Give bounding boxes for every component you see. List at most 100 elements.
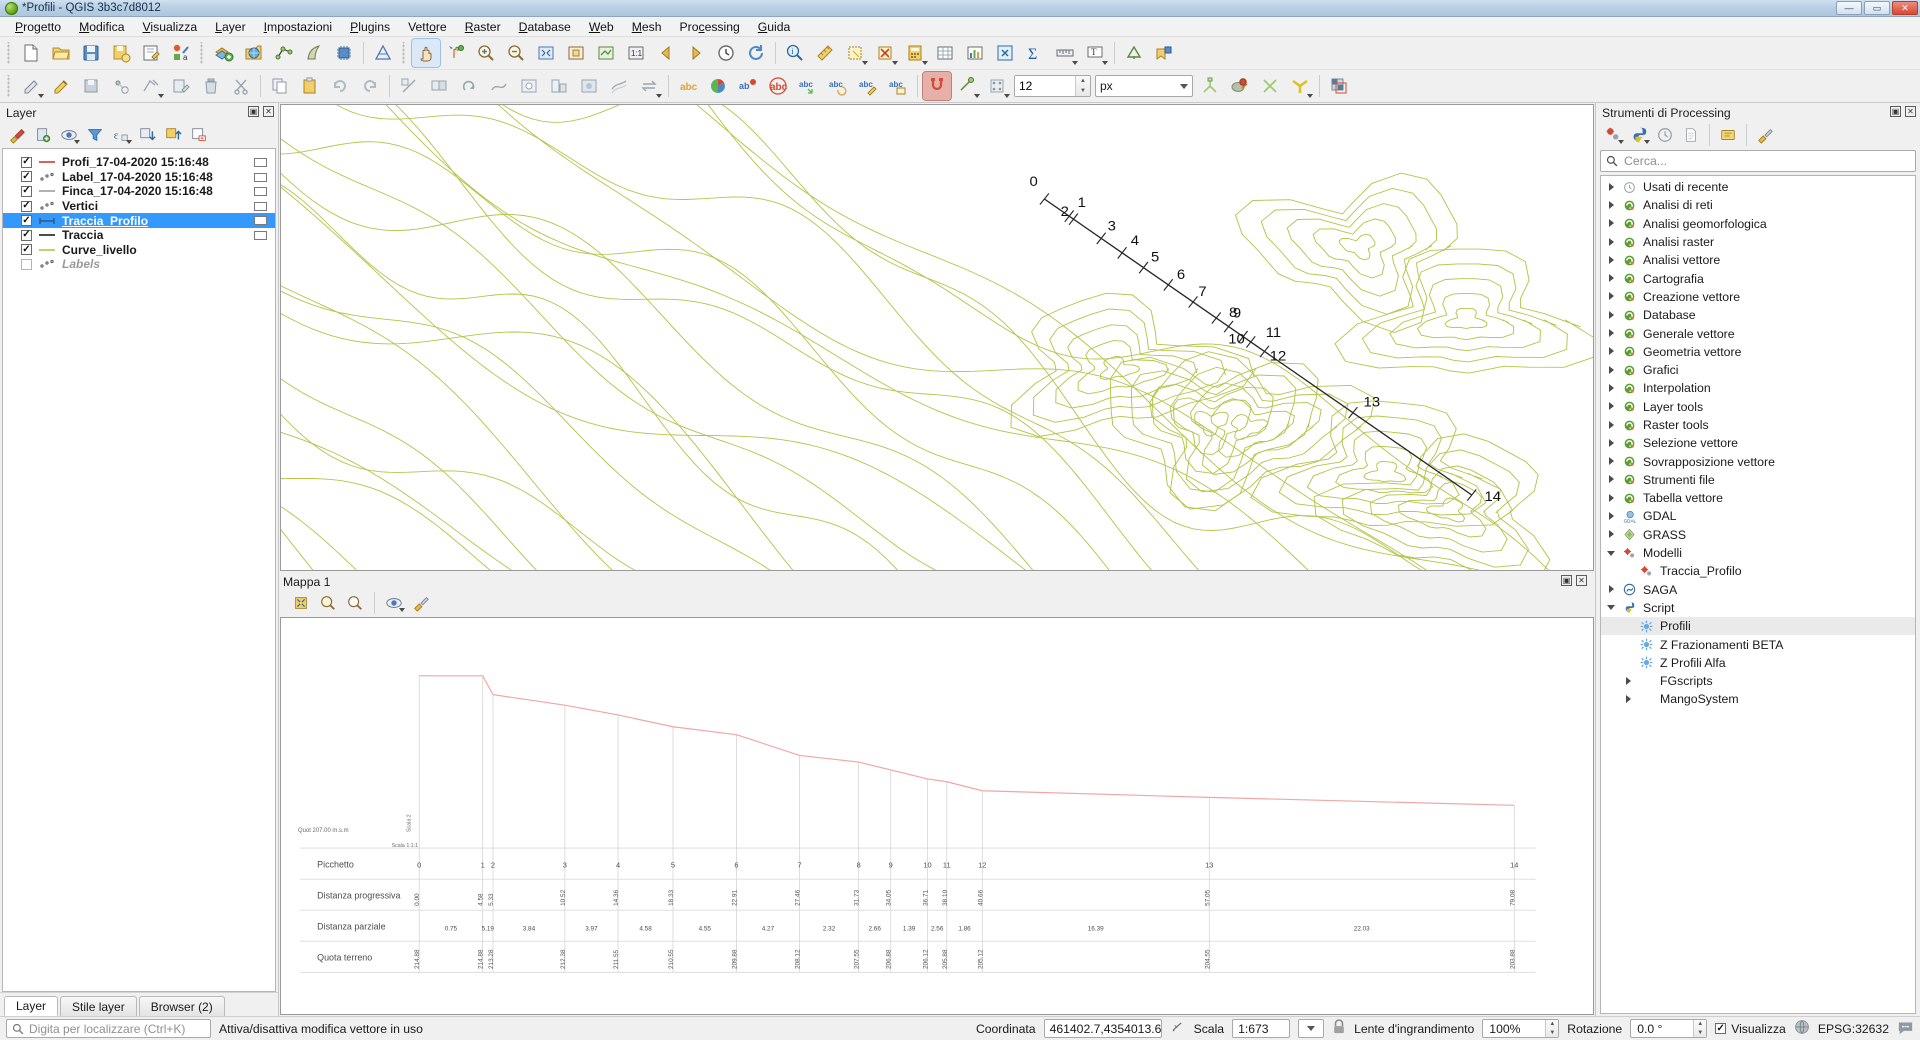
- change-label-icon[interactable]: abc: [854, 72, 882, 100]
- chevron-down-icon[interactable]: [1607, 549, 1616, 558]
- zoom-in-icon[interactable]: [316, 592, 340, 614]
- avoid-overlap-icon[interactable]: [1226, 72, 1254, 100]
- layer-visibility-checkbox[interactable]: [21, 258, 32, 270]
- expand-all-icon[interactable]: [135, 124, 159, 146]
- processing-tree-item-cartografia[interactable]: Cartografia: [1601, 269, 1915, 287]
- chevron-right-icon[interactable]: [1607, 200, 1616, 210]
- clock-icon[interactable]: [712, 39, 740, 67]
- zoom-out-icon[interactable]: [343, 592, 367, 614]
- tolerance-spin-arrows[interactable]: ▲ ▼: [1075, 76, 1090, 96]
- chevron-right-icon[interactable]: [1607, 310, 1616, 320]
- menu-database[interactable]: Database: [510, 18, 580, 36]
- history-icon[interactable]: [1653, 124, 1677, 146]
- layer-row-1[interactable]: ✓ Profi_17-04-2020 15:16:48: [3, 155, 275, 170]
- layer-indicator-badge[interactable]: [254, 158, 267, 167]
- processing-tree-item-z-frazionamenti-beta[interactable]: Z Frazionamenti BETA: [1601, 635, 1915, 653]
- merge-features-icon[interactable]: [425, 72, 453, 100]
- processing-tree-item-mangosystem[interactable]: MangoSystem: [1601, 690, 1915, 708]
- pin-labels-icon[interactable]: ab: [734, 72, 762, 100]
- new-bookmark-icon[interactable]: [1150, 39, 1178, 67]
- offset-curve-icon[interactable]: [605, 72, 633, 100]
- chevron-right-icon[interactable]: [1607, 457, 1616, 466]
- preview-mode-icon[interactable]: [382, 592, 406, 614]
- toolbar-grip-3[interactable]: [401, 42, 408, 64]
- cut-features-icon[interactable]: [227, 72, 255, 100]
- show-hide-labels-icon[interactable]: abc: [764, 72, 792, 100]
- new-project-icon[interactable]: [17, 39, 45, 67]
- chevron-right-icon[interactable]: [1624, 694, 1633, 704]
- layer-row-8[interactable]: Labels: [3, 257, 275, 272]
- vertex-tool-icon[interactable]: [137, 72, 165, 100]
- save-layer-edits-icon[interactable]: [77, 72, 105, 100]
- layer-row-3[interactable]: ✓ Finca_17-04-2020 15:16:48: [3, 184, 275, 199]
- show-statistics-icon[interactable]: [961, 39, 989, 67]
- snapping-enabled-icon[interactable]: [922, 71, 952, 101]
- rotation-spin-arrows[interactable]: ▲ ▼: [1693, 1020, 1707, 1037]
- processing-tree[interactable]: Usati di recente Analisi di reti Analisi g…: [1600, 175, 1916, 1014]
- menu-processing[interactable]: Processing: [671, 18, 749, 36]
- open-layer-styling-icon[interactable]: [5, 124, 29, 146]
- split-features-icon[interactable]: [395, 72, 423, 100]
- zoom-selection-icon[interactable]: [562, 39, 590, 67]
- settings-icon[interactable]: [409, 592, 433, 614]
- tab-browser[interactable]: Browser (2): [138, 996, 225, 1016]
- highlight-pinned-labels-icon[interactable]: abc: [884, 72, 912, 100]
- chevron-right-icon[interactable]: [1607, 475, 1616, 484]
- chevron-right-icon[interactable]: [1624, 676, 1633, 686]
- processing-panel-close-button[interactable]: ✕: [1905, 106, 1916, 117]
- layer-visibility-checkbox[interactable]: ✓: [21, 215, 32, 227]
- processing-tree-item-geometria-vettore[interactable]: Geometria vettore: [1601, 343, 1915, 361]
- layer-diagram-icon[interactable]: [704, 72, 732, 100]
- menu-vettore[interactable]: Vettore: [399, 18, 456, 36]
- chevron-right-icon[interactable]: [1607, 365, 1616, 375]
- manage-layer-visibility-icon[interactable]: [57, 124, 81, 146]
- refresh-icon[interactable]: [742, 39, 770, 67]
- undo-icon[interactable]: [326, 72, 354, 100]
- new-geopackage-icon[interactable]: [300, 39, 328, 67]
- menu-plugins[interactable]: Plugins: [341, 18, 399, 36]
- data-source-manager-icon[interactable]: [240, 39, 268, 67]
- processing-tree-item-layer-tools[interactable]: Layer tools: [1601, 398, 1915, 416]
- select-features-icon[interactable]: [841, 39, 869, 67]
- menu-impostazioni[interactable]: Impostazioni: [255, 18, 341, 36]
- globe-icon[interactable]: [1794, 1019, 1810, 1038]
- chevron-right-icon[interactable]: [1607, 329, 1616, 338]
- maximize-button[interactable]: ▭: [1864, 1, 1890, 15]
- deselect-features-icon[interactable]: [871, 39, 899, 67]
- fill-ring-icon[interactable]: [575, 72, 603, 100]
- processing-tree-item-grafici[interactable]: Grafici: [1601, 361, 1915, 379]
- toolbar-grip[interactable]: [6, 42, 13, 64]
- snapping-tolerance-stepper[interactable]: ▲▼: [1014, 75, 1091, 97]
- zoom-full-icon[interactable]: [532, 39, 560, 67]
- modify-attributes-icon[interactable]: [167, 72, 195, 100]
- collapse-all-icon[interactable]: [161, 124, 185, 146]
- layer-panel-close-button[interactable]: ✕: [263, 106, 274, 117]
- chevron-right-icon[interactable]: [1607, 383, 1616, 393]
- lock-scale-icon[interactable]: [1332, 1019, 1346, 1038]
- reverse-line-icon[interactable]: [635, 72, 663, 100]
- processing-tree-item-analisi-di-reti[interactable]: Analisi di reti: [1601, 196, 1915, 214]
- processing-tree-item-script[interactable]: Script: [1601, 599, 1915, 617]
- add-ring-icon[interactable]: [515, 72, 543, 100]
- add-feature-icon[interactable]: [107, 72, 135, 100]
- measure-icon[interactable]: [811, 39, 839, 67]
- toggle-editing-icon[interactable]: [47, 72, 75, 100]
- processing-tree-item-interpolation[interactable]: Interpolation: [1601, 379, 1915, 397]
- mappa-panel-close-button[interactable]: ✕: [1576, 575, 1587, 586]
- profile-chart-area[interactable]: Quot 207.00 m.s.m Scala 1:1:1 Scala 2 Picch…: [280, 617, 1594, 1015]
- processing-tree-item-profili[interactable]: Profili: [1601, 617, 1915, 636]
- crs-value[interactable]: EPSG:32632: [1818, 1022, 1889, 1036]
- mappa-panel-float-button[interactable]: ▣: [1561, 575, 1572, 586]
- layer-visibility-checkbox[interactable]: ✓: [21, 185, 32, 197]
- sum-icon[interactable]: Σ: [1021, 39, 1049, 67]
- processing-options-icon[interactable]: [1753, 124, 1777, 146]
- layer-indicator-badge[interactable]: [254, 187, 267, 197]
- layer-indicator-badge[interactable]: [254, 230, 267, 240]
- chevron-right-icon[interactable]: [1607, 219, 1616, 228]
- chevron-right-icon[interactable]: [1607, 530, 1616, 539]
- rotate-label-icon[interactable]: abc: [824, 72, 852, 100]
- processing-tree-item-analisi-vettore[interactable]: Analisi vettore: [1601, 251, 1915, 269]
- locator-search-input[interactable]: Digita per localizzare (Ctrl+K): [6, 1019, 211, 1038]
- chevron-right-icon[interactable]: [1607, 274, 1616, 283]
- processing-tree-item-database[interactable]: Database: [1601, 306, 1915, 324]
